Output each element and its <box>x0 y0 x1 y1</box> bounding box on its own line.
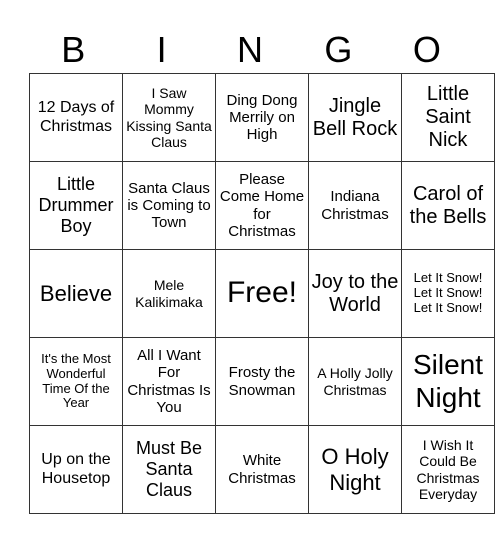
header-letter-b: B <box>61 29 86 70</box>
bingo-cell[interactable]: Believe <box>29 249 123 338</box>
bingo-grid: 12 Days of Christmas I Saw Mommy Kissing… <box>29 73 495 514</box>
bingo-cell[interactable]: Little Drummer Boy <box>29 161 123 250</box>
bingo-cell[interactable]: Santa Claus is Coming to Town <box>122 161 216 250</box>
bingo-cell[interactable]: Ding Dong Merrily on High <box>215 73 309 162</box>
bingo-cell[interactable]: Carol of the Bells <box>401 161 495 250</box>
bingo-cell[interactable]: O Holy Night <box>308 425 402 514</box>
header-letter-g: G <box>324 29 353 70</box>
bingo-cell[interactable]: Silent Night <box>401 337 495 426</box>
bingo-cell[interactable]: I Saw Mommy Kissing Santa Claus <box>122 73 216 162</box>
bingo-cell[interactable]: I Wish It Could Be Christmas Everyday <box>401 425 495 514</box>
bingo-cell[interactable]: Up on the Housetop <box>29 425 123 514</box>
bingo-cell[interactable]: Joy to the World <box>308 249 402 338</box>
header-letter-n: N <box>237 29 264 70</box>
bingo-cell[interactable]: Little Saint Nick <box>401 73 495 162</box>
bingo-cell[interactable]: Must Be Santa Claus <box>122 425 216 514</box>
bingo-header: B I N G O <box>29 28 471 72</box>
bingo-cell[interactable]: Frosty the Snowman <box>215 337 309 426</box>
free-cell[interactable]: Free! <box>215 249 309 338</box>
bingo-cell[interactable]: 12 Days of Christmas <box>29 73 123 162</box>
grid-row: It's the Most Wonderful Time Of the Year… <box>29 337 495 426</box>
grid-row: Up on the Housetop Must Be Santa Claus W… <box>29 425 495 514</box>
bingo-cell[interactable]: Mele Kalikimaka <box>122 249 216 338</box>
grid-row: 12 Days of Christmas I Saw Mommy Kissing… <box>29 73 495 162</box>
bingo-cell[interactable]: Indiana Christmas <box>308 161 402 250</box>
bingo-cell[interactable]: Jingle Bell Rock <box>308 73 402 162</box>
bingo-cell[interactable]: A Holly Jolly Christmas <box>308 337 402 426</box>
grid-row: Little Drummer Boy Santa Claus is Coming… <box>29 161 495 250</box>
bingo-cell[interactable]: White Christmas <box>215 425 309 514</box>
bingo-cell[interactable]: All I Want For Christmas Is You <box>122 337 216 426</box>
grid-row: Believe Mele Kalikimaka Free! Joy to the… <box>29 249 495 338</box>
header-letter-i: I <box>156 29 167 70</box>
bingo-cell[interactable]: It's the Most Wonderful Time Of the Year <box>29 337 123 426</box>
header-letter-o: O <box>412 29 441 70</box>
bingo-cell[interactable]: Let It Snow! Let It Snow! Let It Snow! <box>401 249 495 338</box>
bingo-cell[interactable]: Please Come Home for Christmas <box>215 161 309 250</box>
